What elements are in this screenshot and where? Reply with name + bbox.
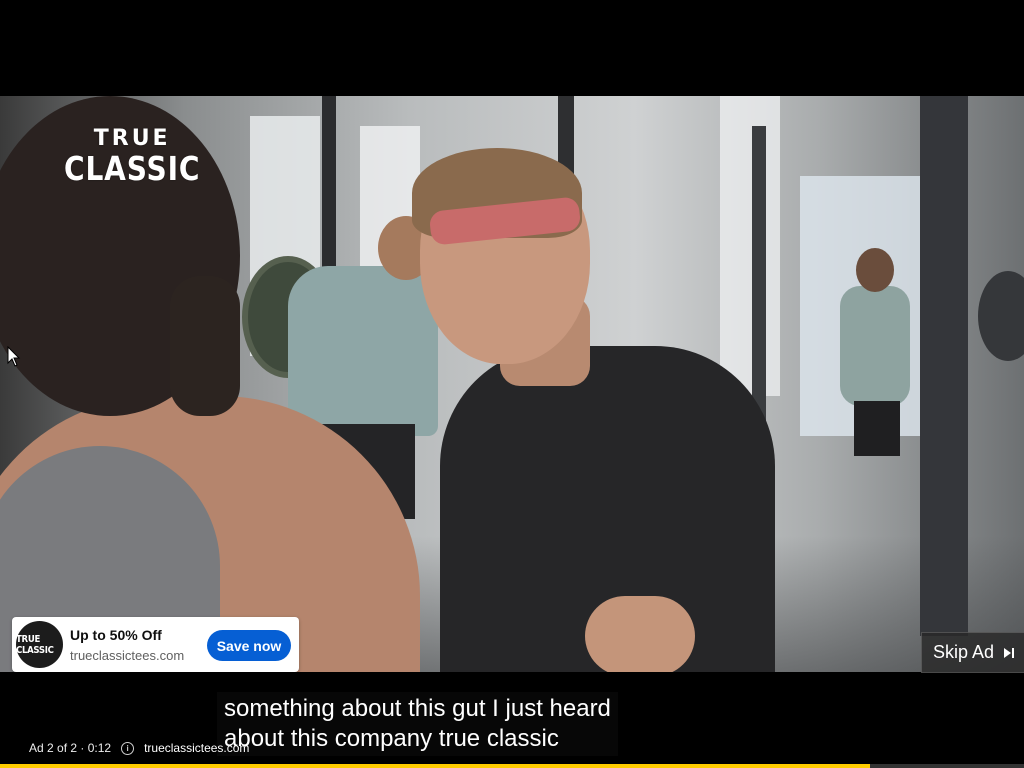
- ad-info-domain[interactable]: trueclassictees.com: [144, 741, 249, 755]
- weight-plate: [978, 271, 1024, 361]
- caption-line: about this company true classic: [224, 725, 559, 752]
- foreground-person: [170, 276, 240, 416]
- background-person: [856, 248, 894, 292]
- advertiser-avatar-text: TRUE CLASSIC: [16, 633, 54, 656]
- info-icon[interactable]: i: [121, 741, 135, 755]
- brand-logo: TRUE CLASSIC: [52, 126, 212, 188]
- speaker-hand: [585, 596, 695, 672]
- ad-title[interactable]: Up to 50% Off: [70, 627, 162, 643]
- mouse-cursor-icon: [7, 346, 21, 367]
- ad-domain[interactable]: trueclassictees.com: [70, 648, 184, 663]
- caption-line: something about this gut I just heard: [224, 695, 611, 722]
- skip-next-icon: [1002, 646, 1016, 660]
- gym-window: [720, 96, 780, 396]
- squat-rack: [920, 96, 968, 636]
- background-person: [288, 266, 438, 436]
- advertiser-avatar[interactable]: TRUE CLASSIC: [16, 621, 63, 668]
- ad-card[interactable]: TRUE CLASSIC Up to 50% Off trueclassicte…: [12, 617, 299, 672]
- video-player[interactable]: TRUE CLASSIC TRUE CLASSIC Up to 50% Off …: [0, 0, 1024, 768]
- background-person: [840, 286, 910, 406]
- ad-counter: Ad 2 of 2 · 0:12: [29, 741, 112, 755]
- skip-ad-button[interactable]: Skip Ad: [921, 632, 1024, 673]
- ad-info-bar: Ad 2 of 2 · 0:12 i trueclassictees.com: [29, 740, 249, 756]
- brand-logo-line2: CLASSIC: [64, 149, 201, 188]
- background-person: [854, 401, 900, 456]
- brand-logo-line1: TRUE: [93, 126, 171, 151]
- ad-progress-bar: [0, 764, 1024, 768]
- ad-progress-fill: [0, 764, 871, 768]
- caption-box: something about this gut I just heard ab…: [217, 692, 618, 756]
- skip-ad-label: Skip Ad: [933, 642, 995, 662]
- save-now-button[interactable]: Save now: [207, 630, 291, 661]
